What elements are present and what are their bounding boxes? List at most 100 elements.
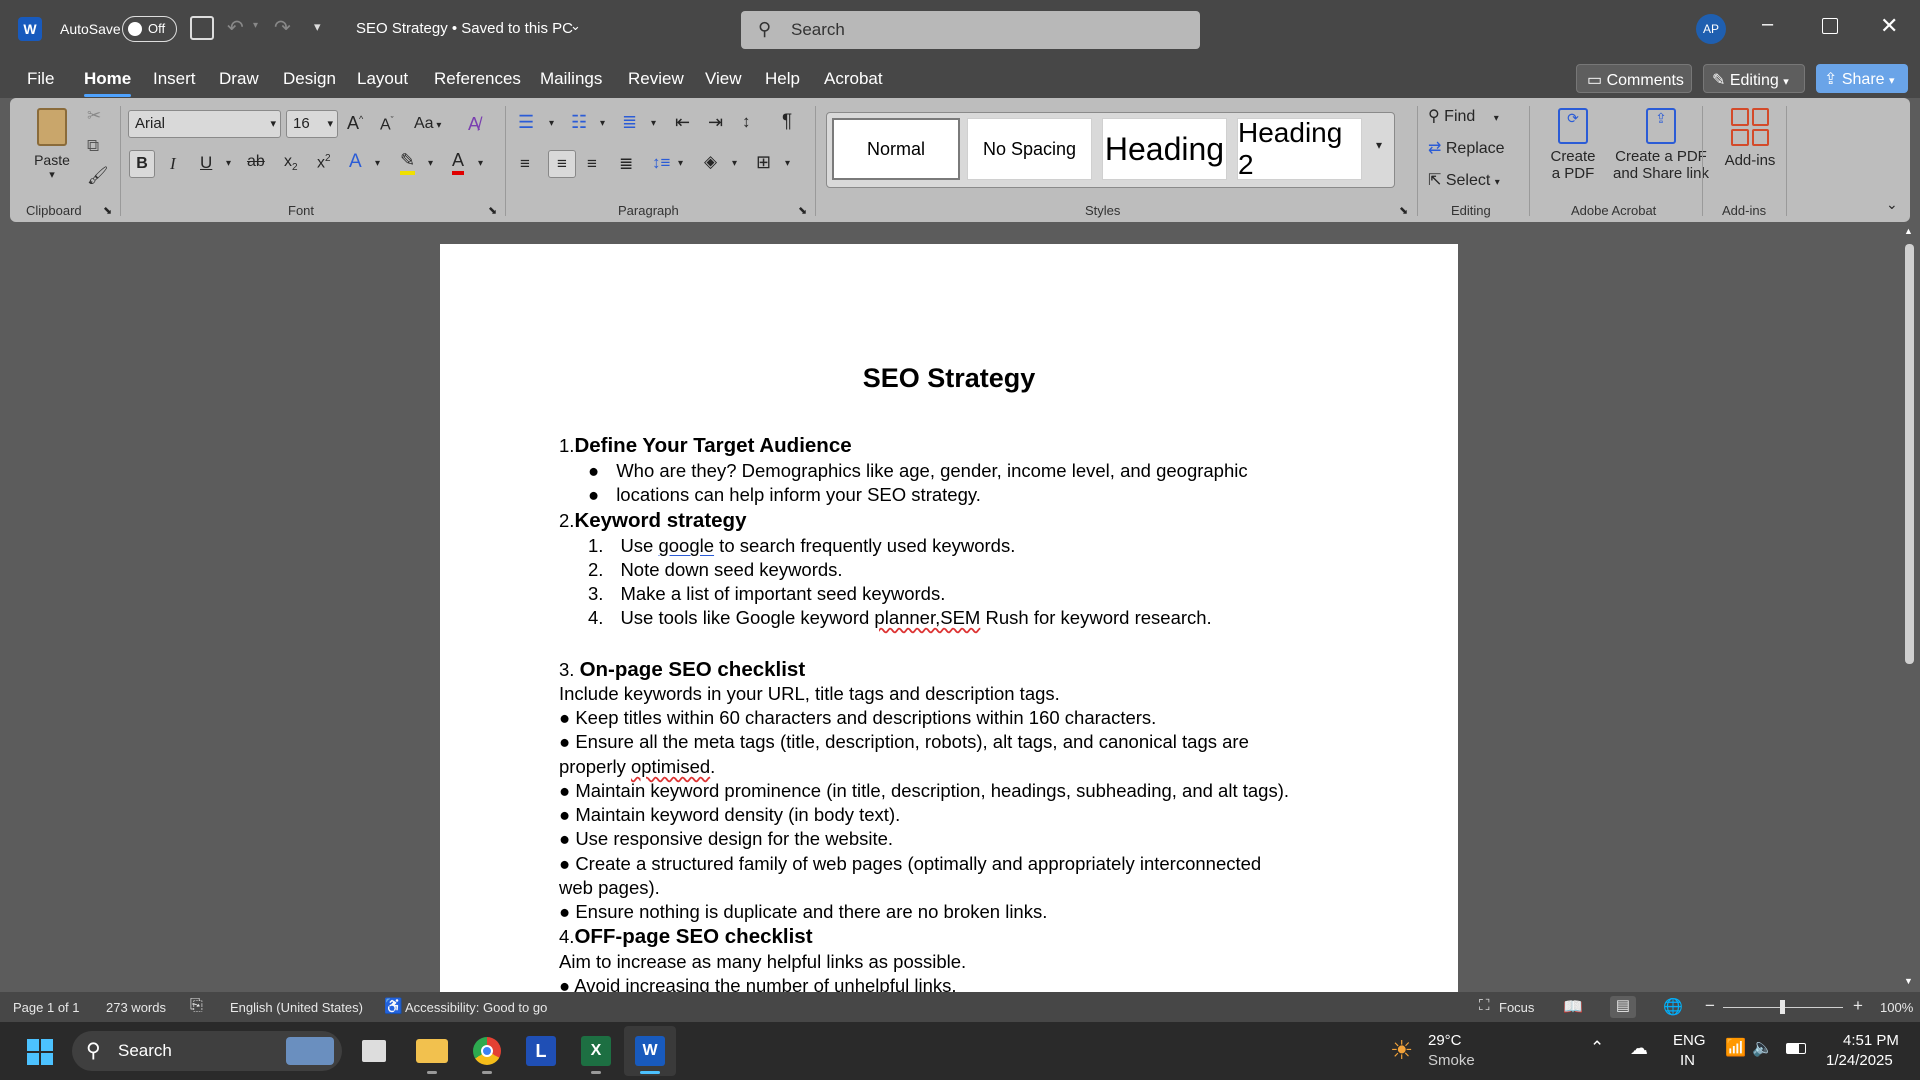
redo-icon[interactable]: ↷ xyxy=(274,15,291,40)
strikethrough-button[interactable]: ab xyxy=(247,153,265,171)
style-normal[interactable]: Normal xyxy=(832,118,960,180)
align-left-icon[interactable]: ≡ xyxy=(520,154,530,174)
tab-insert[interactable]: Insert xyxy=(153,69,196,89)
shrink-font-icon[interactable]: Aˇ xyxy=(380,115,394,134)
accessibility-icon[interactable]: ♿ xyxy=(384,997,403,1015)
numbering-icon[interactable]: ☷ xyxy=(571,112,587,133)
zoom-slider-thumb[interactable] xyxy=(1780,1000,1785,1014)
bullets-dropdown-icon[interactable]: ▾ xyxy=(549,118,554,129)
focus-icon[interactable]: ⛶ xyxy=(1479,997,1490,1014)
onedrive-icon[interactable]: ☁ xyxy=(1630,1038,1648,1059)
file-explorer-icon[interactable] xyxy=(416,1039,448,1063)
underline-button[interactable]: U xyxy=(200,153,212,173)
minimize-icon[interactable]: – xyxy=(1762,13,1773,36)
weather-desc[interactable]: Smoke xyxy=(1428,1052,1475,1069)
weather-temp[interactable]: 29°C xyxy=(1428,1032,1462,1049)
font-name-select[interactable]: Arial ▾ xyxy=(128,110,281,138)
tab-draw[interactable]: Draw xyxy=(219,69,259,89)
search-box[interactable]: ⚲ Search xyxy=(741,11,1200,49)
document-title[interactable]: SEO Strategy • Saved to this PC xyxy=(356,20,573,37)
proofing-icon[interactable]: ⎘ xyxy=(190,997,203,1015)
collapse-ribbon-icon[interactable]: ⌄ xyxy=(1886,196,1898,213)
create-pdf-button[interactable]: ⟳ Create a PDF xyxy=(1540,108,1606,182)
numbering-dropdown-icon[interactable]: ▾ xyxy=(600,118,605,129)
underline-dropdown-icon[interactable]: ▾ xyxy=(226,158,231,169)
dialog-launcher-icon[interactable]: ⬊ xyxy=(798,204,807,217)
replace-button[interactable]: ⇄ Replace xyxy=(1428,138,1505,158)
increase-indent-icon[interactable]: ⇥ xyxy=(708,112,723,133)
editing-mode-button[interactable]: ✎ Editing ▾ xyxy=(1703,64,1805,93)
avatar[interactable]: AP xyxy=(1696,14,1726,44)
multilevel-dropdown-icon[interactable]: ▾ xyxy=(651,118,656,129)
add-ins-button[interactable]: Add-ins xyxy=(1710,108,1790,169)
scroll-thumb[interactable] xyxy=(1905,244,1914,664)
weather-icon[interactable]: ☀ xyxy=(1390,1035,1413,1066)
italic-button[interactable]: I xyxy=(170,154,176,174)
clock-date[interactable]: 1/24/2025 xyxy=(1826,1052,1893,1069)
font-color-dropdown-icon[interactable]: ▾ xyxy=(478,158,483,169)
line-spacing-icon[interactable]: ↕≡ xyxy=(652,153,670,173)
tab-acrobat[interactable]: Acrobat xyxy=(824,69,883,89)
page-count[interactable]: Page 1 of 1 xyxy=(13,1000,80,1015)
customize-qat-icon[interactable]: ▾ xyxy=(314,19,321,35)
excel-icon[interactable]: X xyxy=(581,1036,611,1066)
tab-layout[interactable]: Layout xyxy=(357,69,408,89)
find-button[interactable]: ⚲ Find ▾ xyxy=(1428,106,1499,126)
justify-icon[interactable]: ≣ xyxy=(619,154,633,174)
scroll-up-icon[interactable]: ▲ xyxy=(1904,226,1913,236)
cut-icon[interactable]: ✂ xyxy=(87,106,101,126)
clock-time[interactable]: 4:51 PM xyxy=(1843,1032,1899,1049)
zoom-level[interactable]: 100% xyxy=(1880,1000,1913,1015)
create-pdf-share-button[interactable]: ⇪ Create a PDF and Share link xyxy=(1606,108,1716,182)
wifi-icon[interactable]: 📶 xyxy=(1725,1038,1746,1058)
align-center-icon[interactable]: ≡ xyxy=(548,150,576,178)
style-no-spacing[interactable]: No Spacing xyxy=(967,118,1092,180)
text-effects-dropdown-icon[interactable]: ▾ xyxy=(375,158,380,169)
highlight-icon[interactable]: ✎ xyxy=(400,150,416,175)
tab-view[interactable]: View xyxy=(705,69,742,89)
scroll-down-icon[interactable]: ▼ xyxy=(1904,976,1913,986)
style-heading-2[interactable]: Heading 2 xyxy=(1237,117,1362,180)
taskbar-search[interactable]: ⚲ Search xyxy=(72,1031,342,1071)
font-size-select[interactable]: 16 ▾ xyxy=(286,110,338,138)
sort-icon[interactable]: ↕ xyxy=(742,112,751,132)
shading-icon[interactable]: ◈ xyxy=(704,152,717,172)
word-taskbar-button[interactable]: W xyxy=(624,1026,676,1076)
tab-home[interactable]: Home xyxy=(84,69,132,97)
word-count[interactable]: 273 words xyxy=(106,1000,166,1015)
zoom-slider[interactable] xyxy=(1723,1000,1843,1014)
show-hidden-icons-icon[interactable]: ⌃ xyxy=(1590,1038,1604,1058)
show-formatting-icon[interactable]: ¶ xyxy=(782,111,792,133)
share-button[interactable]: ⇪ Share ▾ xyxy=(1816,64,1908,93)
styles-more-icon[interactable]: ▾ xyxy=(1376,138,1382,152)
task-view-icon[interactable] xyxy=(362,1040,386,1062)
zoom-in-icon[interactable]: + xyxy=(1853,996,1863,1016)
print-layout-icon[interactable]: ▤ xyxy=(1610,996,1636,1018)
language-bottom[interactable]: IN xyxy=(1680,1052,1695,1069)
web-layout-icon[interactable]: 🌐 xyxy=(1663,997,1683,1017)
borders-dropdown-icon[interactable]: ▾ xyxy=(785,158,790,169)
document-page[interactable] xyxy=(440,244,1458,992)
shading-dropdown-icon[interactable]: ▾ xyxy=(732,158,737,169)
select-button[interactable]: ⇱ Select ▾ xyxy=(1428,170,1500,190)
word-app-icon[interactable]: W xyxy=(18,17,42,41)
dialog-launcher-icon[interactable]: ⬊ xyxy=(488,204,497,217)
bullets-icon[interactable]: ☰ xyxy=(518,112,534,133)
read-mode-icon[interactable]: 📖 xyxy=(1563,997,1583,1017)
style-heading[interactable]: Heading xyxy=(1102,118,1227,180)
windows-start-icon[interactable] xyxy=(27,1039,53,1065)
clear-formatting-icon[interactable]: A̸ xyxy=(468,114,480,135)
focus-label[interactable]: Focus xyxy=(1499,1000,1534,1015)
tab-review[interactable]: Review xyxy=(628,69,684,89)
text-effects-icon[interactable]: A xyxy=(349,151,362,173)
tab-file[interactable]: File xyxy=(27,69,54,89)
l-app-icon[interactable]: L xyxy=(526,1036,556,1066)
language[interactable]: English (United States) xyxy=(230,1000,363,1015)
title-chevron-icon[interactable]: ⌄ xyxy=(570,18,581,34)
restore-icon[interactable] xyxy=(1822,18,1838,34)
highlight-dropdown-icon[interactable]: ▾ xyxy=(428,158,433,169)
paste-button[interactable]: Paste ▾ xyxy=(32,106,72,186)
tab-design[interactable]: Design xyxy=(283,69,336,89)
language-top[interactable]: ENG xyxy=(1673,1032,1706,1049)
comments-button[interactable]: ▭ Comments xyxy=(1576,64,1692,93)
